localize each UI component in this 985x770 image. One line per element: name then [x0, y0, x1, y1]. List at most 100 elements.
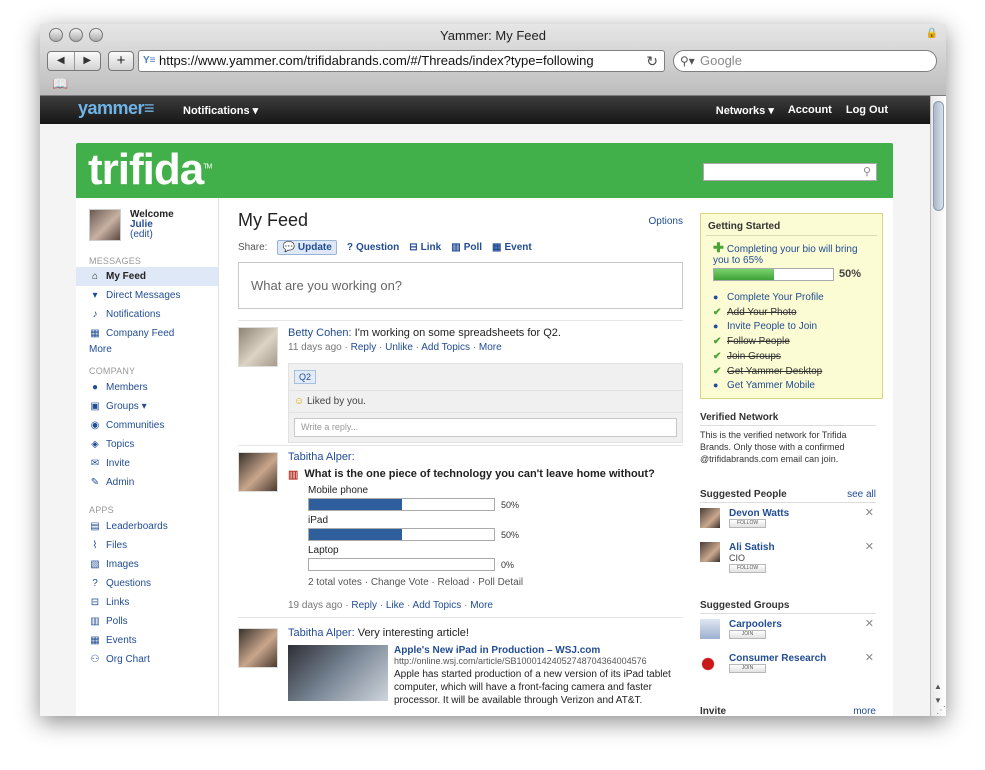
author-avatar[interactable] — [238, 452, 278, 492]
reload-link[interactable]: Reload — [438, 577, 470, 588]
sidebar-item-my-feed[interactable]: ⌂ My Feed — [76, 267, 218, 286]
like-link[interactable]: Like — [386, 600, 404, 611]
sidebar-item-groups[interactable]: ▣ Groups ▾ — [76, 397, 218, 416]
group-name-link[interactable]: Consumer Research — [729, 653, 826, 664]
back-button[interactable]: ◀ — [48, 52, 75, 70]
bookmarks-book-icon[interactable]: 📖 — [52, 76, 68, 92]
resize-grip-icon[interactable]: ⋰ — [936, 705, 946, 716]
person-name-link[interactable]: Devon Watts — [729, 508, 789, 519]
sidebar-item-direct-messages[interactable]: ▾ Direct Messages — [76, 286, 218, 305]
scroll-down-arrow-icon[interactable]: ▼ — [934, 696, 942, 705]
person-name-link[interactable]: Ali Satish — [729, 542, 775, 553]
add-bookmark-button[interactable]: + — [108, 51, 134, 71]
author-avatar[interactable] — [238, 628, 278, 668]
invite-more-link[interactable]: more — [853, 706, 876, 716]
sidebar-item-images[interactable]: ▧ Images — [76, 555, 218, 574]
reload-icon[interactable]: ↻ — [646, 51, 658, 71]
sidebar-item-members[interactable]: ● Members — [76, 378, 218, 397]
messages-more-link[interactable]: More — [89, 344, 112, 355]
more-link[interactable]: More — [470, 600, 493, 611]
network-banner: trifidaTM ⚲ — [76, 143, 893, 198]
article-thumbnail[interactable] — [288, 645, 388, 701]
options-link[interactable]: Options — [649, 216, 683, 227]
poll-option: Mobile phone 50% — [308, 485, 683, 511]
person-avatar[interactable] — [700, 542, 720, 562]
sidebar-item-label: Communities — [106, 420, 165, 431]
reply-link[interactable]: Reply — [351, 342, 377, 353]
sidebar-item-notifications[interactable]: ♪ Notifications — [76, 305, 218, 324]
logout-link[interactable]: Log Out — [846, 104, 888, 117]
sidebar-item-company-feed[interactable]: ▦ Company Feed — [76, 324, 218, 343]
edit-profile-link[interactable]: (edit) — [130, 230, 174, 240]
getting-started-item[interactable]: ● Invite People to Join — [713, 321, 817, 332]
scrollbar-thumb[interactable] — [933, 101, 944, 211]
browser-toolbar: Yammer: My Feed 🔒 ◀ ▶ + Y≡ https://www.y… — [40, 24, 946, 96]
scroll-up-arrow-icon[interactable]: ▲ — [934, 682, 942, 691]
add-topics-link[interactable]: Add Topics — [413, 600, 462, 611]
join-button[interactable]: JOIN — [729, 630, 766, 639]
unlike-link[interactable]: Unlike — [385, 342, 413, 353]
sidebar-item-polls[interactable]: ▥ Polls — [76, 612, 218, 631]
change-vote-link[interactable]: Change Vote — [371, 577, 429, 588]
group-icon[interactable] — [700, 653, 720, 673]
share-update-button[interactable]: 💬 Update — [277, 240, 337, 255]
getting-started-item[interactable]: ✔ Get Yammer Desktop — [713, 366, 822, 377]
dismiss-icon[interactable]: ✕ — [865, 651, 874, 664]
person-avatar[interactable] — [700, 508, 720, 528]
reply-link[interactable]: Reply — [351, 600, 377, 611]
follow-button[interactable]: FOLLOW — [729, 519, 766, 528]
share-question-button[interactable]: ? Question — [347, 242, 399, 253]
share-poll-button[interactable]: ▥ Poll — [451, 242, 482, 253]
sidebar-item-links[interactable]: ⊟ Links — [76, 593, 218, 612]
vertical-scrollbar[interactable]: ▲ ▼ — [930, 96, 946, 716]
getting-started-item[interactable]: ✔ Join Groups — [713, 351, 781, 362]
network-search-input[interactable]: ⚲ — [703, 163, 877, 181]
account-link[interactable]: Account — [788, 104, 832, 117]
poll-percent: 50% — [501, 499, 520, 510]
share-label: Share: — [238, 242, 268, 253]
notifications-menu[interactable]: Notifications ▾ — [183, 104, 258, 117]
networks-menu[interactable]: Networks ▾ — [716, 104, 774, 117]
dismiss-icon[interactable]: ✕ — [865, 617, 874, 630]
bio-prompt-link[interactable]: ✚ Completing your bio will bring you to 6… — [713, 241, 873, 266]
see-all-link[interactable]: see all — [847, 489, 876, 500]
group-icon[interactable] — [700, 619, 720, 639]
sidebar-item-events[interactable]: ▦ Events — [76, 631, 218, 650]
sidebar-item-org-chart[interactable]: ⚇ Org Chart — [76, 650, 218, 669]
more-link[interactable]: More — [479, 342, 502, 353]
user-avatar[interactable] — [89, 209, 121, 241]
reply-input[interactable]: Write a reply... — [294, 418, 677, 437]
sidebar-item-leaderboards[interactable]: ▤ Leaderboards — [76, 517, 218, 536]
join-button[interactable]: JOIN — [729, 664, 766, 673]
post-author-link[interactable]: Betty Cohen: — [288, 327, 352, 339]
address-bar[interactable]: Y≡ https://www.yammer.com/trifidabrands.… — [138, 50, 665, 72]
share-event-button[interactable]: ▦ Event — [492, 242, 532, 253]
sidebar-item-invite[interactable]: ✉ Invite — [76, 454, 218, 473]
group-name-link[interactable]: Carpoolers — [729, 619, 782, 630]
search-placeholder: Google — [700, 53, 742, 68]
getting-started-item[interactable]: ● Get Yammer Mobile — [713, 380, 815, 391]
update-composer-input[interactable]: What are you working on? — [238, 262, 683, 309]
getting-started-item[interactable]: ✔ Follow People — [713, 336, 790, 347]
topic-tag[interactable]: Q2 — [294, 370, 317, 384]
post-author-link[interactable]: Tabitha Alper: — [288, 627, 355, 639]
sidebar-item-files[interactable]: ⌇ Files — [76, 536, 218, 555]
poll-detail-link[interactable]: Poll Detail — [478, 577, 523, 588]
forward-button[interactable]: ▶ — [75, 52, 101, 70]
sidebar-item-questions[interactable]: ? Questions — [76, 574, 218, 593]
sidebar-item-communities[interactable]: ◉ Communities — [76, 416, 218, 435]
dismiss-icon[interactable]: ✕ — [865, 506, 874, 519]
getting-started-item[interactable]: ● Complete Your Profile — [713, 292, 824, 303]
post-author-link[interactable]: Tabitha Alper: — [288, 451, 355, 463]
follow-button[interactable]: FOLLOW — [729, 564, 766, 573]
dismiss-icon[interactable]: ✕ — [865, 540, 874, 553]
yammer-logo[interactable]: yammer≡ — [78, 98, 155, 119]
article-title-link[interactable]: Apple's New iPad in Production – WSJ.com — [394, 645, 686, 656]
getting-started-item[interactable]: ✔ Add Your Photo — [713, 307, 797, 318]
add-topics-link[interactable]: Add Topics — [421, 342, 470, 353]
author-avatar[interactable] — [238, 327, 278, 367]
share-link-button[interactable]: ⊟ Link — [409, 242, 441, 253]
sidebar-item-admin[interactable]: ✎ Admin — [76, 473, 218, 492]
sidebar-item-topics[interactable]: ◈ Topics — [76, 435, 218, 454]
google-search-field[interactable]: ⚲▾ Google — [673, 50, 937, 72]
